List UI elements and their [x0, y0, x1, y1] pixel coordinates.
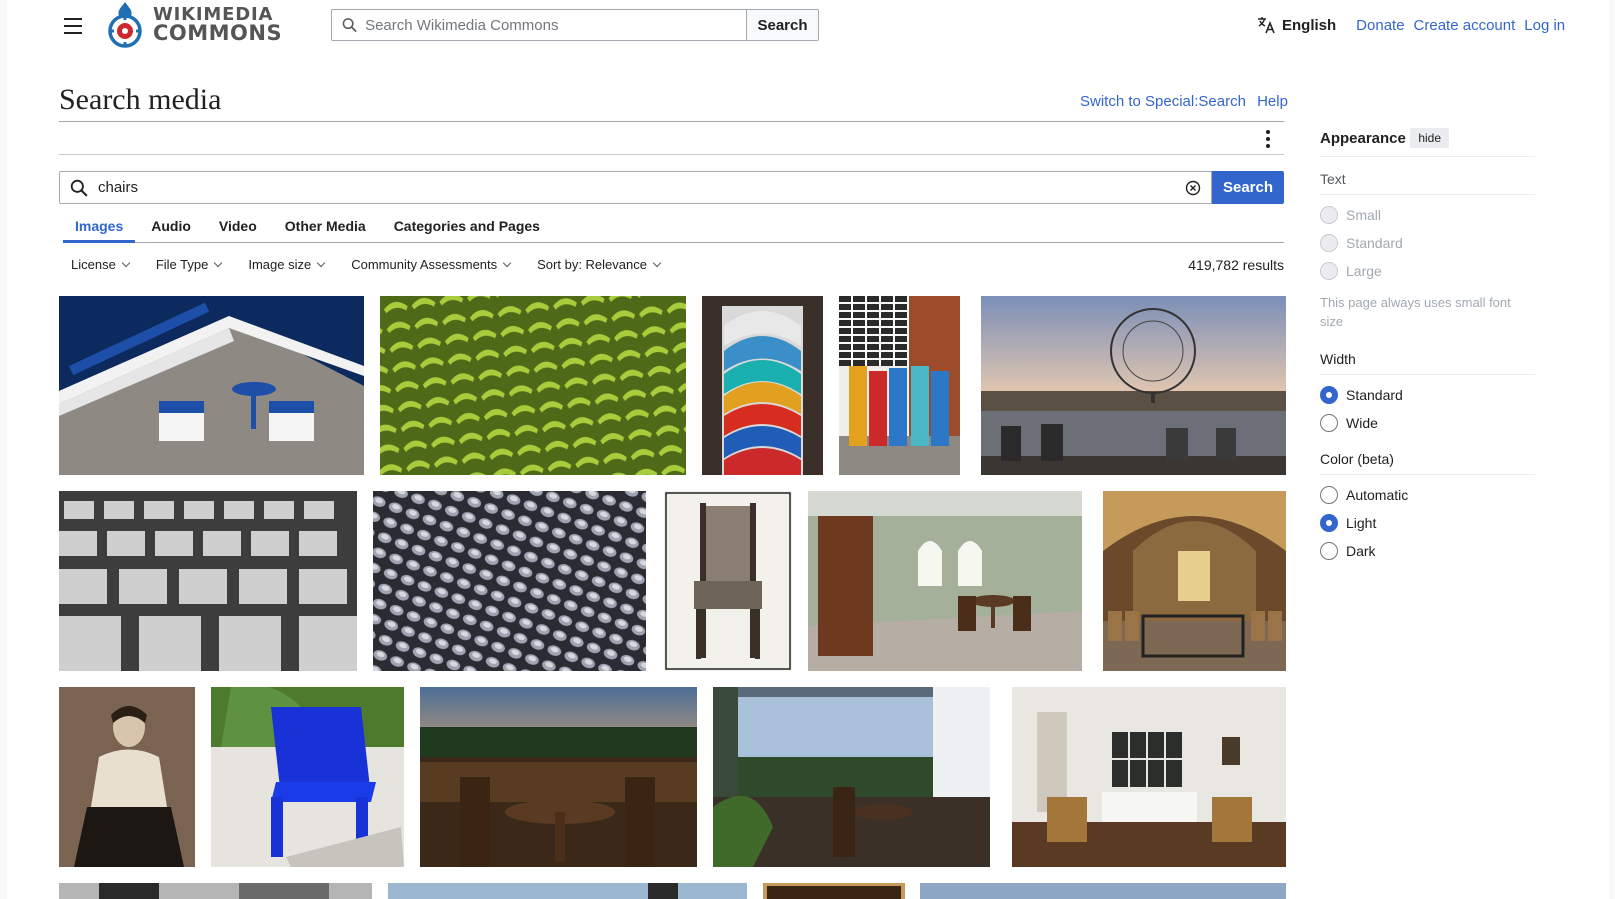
filter-image-size[interactable]: Image size [248, 257, 326, 272]
switch-special-search-link[interactable]: Switch to Special:Search [1080, 93, 1246, 110]
color-dark-option[interactable]: Dark [1320, 537, 1540, 565]
login-link[interactable]: Log in [1524, 17, 1565, 34]
text-section-title: Text [1320, 157, 1535, 195]
result-count: 419,782 results [1188, 257, 1284, 273]
image-result[interactable] [702, 296, 823, 475]
text-size-standard-option: Standard [1320, 229, 1540, 257]
tab-categories-pages[interactable]: Categories and Pages [382, 214, 552, 243]
search-icon [342, 18, 357, 33]
filter-community-assessments[interactable]: Community Assessments [351, 257, 512, 272]
page: WIKIMEDIA COMMONS Search English Donate … [7, 0, 1609, 899]
filter-file-type[interactable]: File Type [156, 257, 223, 272]
page-title: Search media [59, 83, 222, 116]
media-search-button[interactable]: Search [1212, 171, 1284, 204]
chevron-down-icon [214, 258, 223, 268]
donate-link[interactable]: Donate [1356, 17, 1404, 34]
header-search-button[interactable]: Search [747, 9, 819, 41]
image-result[interactable] [981, 296, 1286, 475]
width-wide-option[interactable]: Wide [1320, 409, 1540, 437]
chevron-down-icon [652, 258, 662, 268]
text-size-options: Small Standard Large [1320, 195, 1540, 285]
image-result[interactable] [1012, 687, 1286, 867]
text-size-large-option: Large [1320, 257, 1540, 285]
image-result[interactable] [59, 491, 357, 671]
image-result[interactable] [763, 883, 905, 899]
text-size-small-option: Small [1320, 201, 1540, 229]
hamburger-icon [64, 18, 82, 20]
language-icon [1258, 17, 1275, 34]
image-result[interactable] [664, 491, 792, 671]
help-link[interactable]: Help [1257, 93, 1288, 110]
radio-width-standard[interactable] [1320, 386, 1338, 404]
image-result[interactable] [839, 296, 960, 475]
title-links: Switch to Special:Search Help [1080, 93, 1295, 110]
image-result[interactable] [920, 883, 1286, 899]
tab-video[interactable]: Video [207, 214, 269, 243]
clear-icon[interactable] [1185, 180, 1201, 196]
commons-logo-icon [108, 2, 142, 48]
filter-license[interactable]: License [71, 257, 131, 272]
media-search-input[interactable] [98, 179, 1175, 196]
appearance-title: Appearance [1320, 129, 1406, 147]
color-automatic-option[interactable]: Automatic [1320, 481, 1540, 509]
toolbar-divider [59, 154, 1284, 155]
create-account-link[interactable]: Create account [1414, 17, 1516, 34]
search-icon [70, 179, 88, 197]
radio-large [1320, 262, 1338, 280]
radio-standard [1320, 234, 1338, 252]
media-search-field[interactable] [59, 171, 1212, 204]
media-search: Search [59, 171, 1284, 204]
radio-color-light[interactable] [1320, 514, 1338, 532]
media-type-tabs: Images Audio Video Other Media Categorie… [63, 214, 1284, 243]
hide-appearance-button[interactable]: hide [1410, 128, 1449, 148]
color-light-option[interactable]: Light [1320, 509, 1540, 537]
image-result[interactable] [59, 296, 364, 475]
language-selector[interactable]: English [1256, 15, 1336, 35]
main-menu-button[interactable] [59, 15, 87, 37]
tab-audio[interactable]: Audio [139, 214, 203, 243]
title-divider [59, 121, 1284, 122]
chevron-down-icon [121, 258, 131, 268]
image-result[interactable] [373, 491, 646, 671]
header-search-field[interactable] [331, 9, 747, 41]
header-search: Search [331, 9, 819, 41]
width-section-title: Width [1320, 337, 1535, 375]
image-result[interactable] [808, 491, 1082, 671]
image-result[interactable] [380, 296, 686, 475]
search-filters: License File Type Image size Community A… [71, 257, 687, 272]
chevron-down-icon [502, 258, 512, 268]
text-size-note: This page always uses small font size [1320, 295, 1511, 329]
filter-sort[interactable]: Sort by: Relevance [537, 257, 662, 272]
image-result[interactable] [59, 687, 195, 867]
tab-images[interactable]: Images [63, 214, 136, 243]
chevron-down-icon [316, 258, 326, 268]
image-result[interactable] [388, 883, 747, 899]
image-result[interactable] [211, 687, 404, 867]
site-logo[interactable]: WIKIMEDIA COMMONS [105, 0, 282, 50]
image-result[interactable] [59, 883, 372, 899]
image-result[interactable] [713, 687, 990, 867]
image-result[interactable] [1103, 491, 1286, 671]
logo-wordmark: WIKIMEDIA COMMONS [153, 4, 283, 45]
radio-small [1320, 206, 1338, 224]
radio-width-wide[interactable] [1320, 414, 1338, 432]
language-label: English [1282, 16, 1337, 34]
radio-color-automatic[interactable] [1320, 486, 1338, 504]
color-section-title: Color (beta) [1320, 437, 1535, 475]
image-result[interactable] [420, 687, 697, 867]
radio-color-dark[interactable] [1320, 542, 1338, 560]
header-search-input[interactable] [365, 16, 746, 34]
appearance-panel: Appearance hide Text Small Standard Larg… [1320, 128, 1540, 565]
personal-tools: English Donate Create account Log in [1256, 15, 1574, 35]
more-options-button[interactable] [1258, 127, 1278, 151]
tab-other-media[interactable]: Other Media [273, 214, 378, 243]
width-options: Standard Wide [1320, 375, 1540, 437]
appearance-header: Appearance hide [1320, 128, 1535, 157]
more-icon [1266, 130, 1270, 134]
color-options: Automatic Light Dark [1320, 475, 1540, 565]
width-standard-option[interactable]: Standard [1320, 381, 1540, 409]
